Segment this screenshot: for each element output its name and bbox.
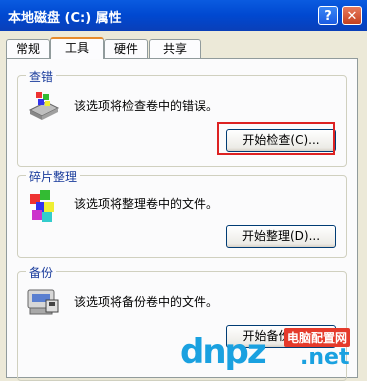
title-bar[interactable]: 本地磁盘 (C:) 属性 ? ✕ <box>0 0 367 31</box>
defrag-group: 碎片整理 该选项将整理卷中的文件。 开始整理(D)... <box>17 168 347 258</box>
help-button[interactable]: ? <box>318 6 338 25</box>
tab-general[interactable]: 常规 <box>6 39 50 58</box>
close-button[interactable]: ✕ <box>342 6 362 25</box>
group-title-check: 查错 <box>26 68 57 85</box>
group-title-backup: 备份 <box>26 264 57 281</box>
window-title: 本地磁盘 (C:) 属性 <box>8 11 122 26</box>
tab-tools[interactable]: 工具 <box>50 37 104 59</box>
defrag-description: 该选项将整理卷中的文件。 <box>74 197 219 211</box>
backup-description: 该选项将备份卷中的文件。 <box>74 295 219 309</box>
watermark-logo: dnpz 电脑配置网 .net <box>180 326 367 373</box>
watermark-suffix: .net <box>300 345 350 370</box>
tab-hardware[interactable]: 硬件 <box>104 39 148 58</box>
highlight-frame <box>217 122 335 155</box>
tab-sharing[interactable]: 共享 <box>149 39 201 58</box>
watermark-main: dnpz <box>180 332 267 372</box>
start-defrag-button[interactable]: 开始整理(D)... <box>226 225 336 248</box>
check-description: 该选项将检查卷中的错误。 <box>74 99 219 113</box>
defrag-icon <box>30 190 54 222</box>
backup-icon <box>27 289 59 315</box>
disk-check-icon <box>28 92 60 120</box>
group-title-defrag: 碎片整理 <box>26 168 81 185</box>
